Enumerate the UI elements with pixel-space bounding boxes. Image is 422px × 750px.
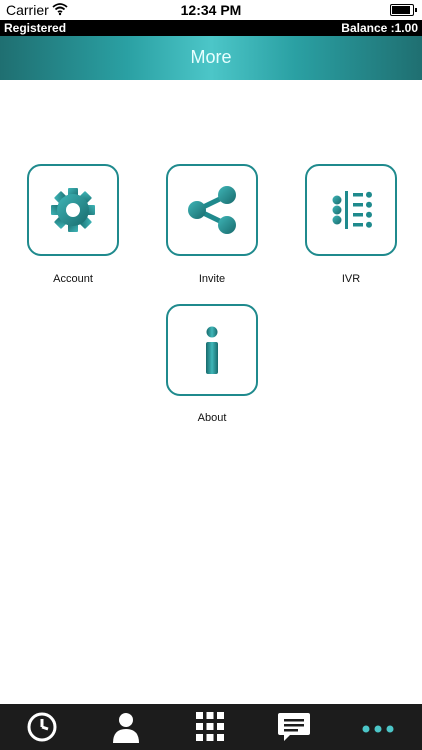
clock-icon <box>27 712 57 742</box>
nav-header: More <box>0 36 422 80</box>
battery-icon <box>390 4 417 16</box>
contact-icon <box>113 713 139 743</box>
tab-contacts[interactable] <box>84 704 168 750</box>
registration-status: Registered <box>4 21 67 35</box>
message-icon <box>278 713 310 741</box>
invite-button[interactable] <box>166 164 258 256</box>
dialpad-icon <box>196 712 224 741</box>
balance-label: Balance :1.00 <box>341 21 418 35</box>
gear-icon <box>51 188 95 232</box>
invite-label[interactable]: Invite <box>152 273 272 285</box>
tab-dialpad[interactable] <box>168 704 252 750</box>
account-label[interactable]: Account <box>13 273 133 285</box>
account-status-bar: Registered Balance :1.00 <box>0 20 422 36</box>
status-bar: Carrier 12:34 PM <box>0 0 422 20</box>
share-icon <box>188 186 236 234</box>
page-title: More <box>190 47 232 67</box>
about-label[interactable]: About <box>152 412 272 424</box>
more-dots-icon <box>362 725 394 733</box>
tab-more[interactable] <box>336 704 420 750</box>
ivr-button[interactable] <box>305 164 397 256</box>
tab-messages[interactable] <box>252 704 336 750</box>
tab-recents[interactable] <box>0 704 84 750</box>
ivr-list-icon <box>332 191 372 229</box>
account-button[interactable] <box>27 164 119 256</box>
info-icon <box>206 326 218 374</box>
bottom-tab-bar <box>0 704 422 750</box>
about-button[interactable] <box>166 304 258 396</box>
ivr-label[interactable]: IVR <box>291 273 411 285</box>
clock-time: 12:34 PM <box>180 2 242 18</box>
